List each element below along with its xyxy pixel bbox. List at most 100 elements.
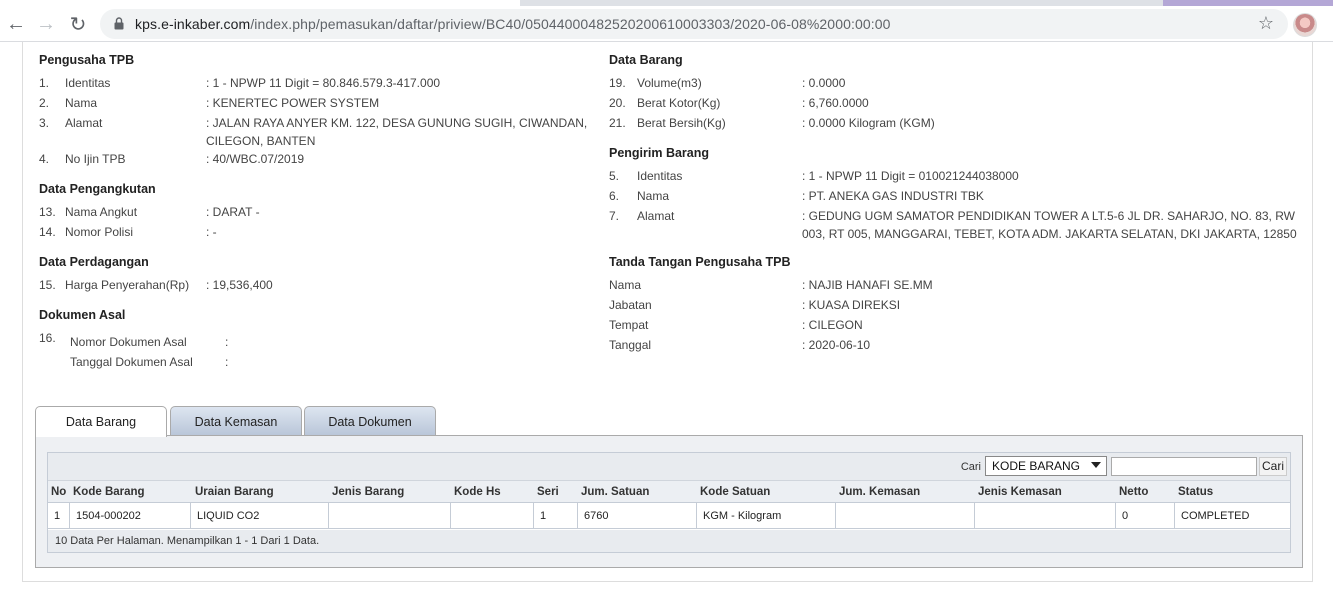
table-cell [836, 503, 975, 529]
row-label: Nama [65, 96, 98, 110]
tab-panel: Cari KODE BARANG Cari No Kode Barang Ura… [35, 435, 1303, 568]
row-label: Berat Bersih(Kg) [637, 116, 726, 130]
row-label: Nama Angkut [65, 205, 138, 219]
table-row[interactable]: 1 1504-000202 LIQUID CO2 1 6760 KGM - Ki… [48, 503, 1290, 529]
table-cell [975, 503, 1116, 529]
row-value: : [225, 335, 229, 349]
table-cell [329, 503, 451, 529]
right-column: Data Barang 19. Volume(m3): 0.0000 20. Ber… [609, 50, 1309, 356]
search-button[interactable]: Cari [1259, 457, 1287, 476]
back-icon[interactable]: ← [2, 10, 30, 38]
forward-icon[interactable]: → [32, 10, 60, 38]
row-value: : 6,760.0000 [802, 96, 869, 110]
tab-data-kemasan[interactable]: Data Kemasan [170, 406, 302, 436]
row-label: Volume(m3) [637, 76, 702, 90]
info-row: 1. Identitas: 1 - NPWP 11 Digit = 80.846.… [39, 74, 599, 94]
row-value: : KUASA DIREKSI [802, 298, 901, 312]
row-value: : GEDUNG UGM SAMATOR PENDIDIKAN TOWER A … [802, 209, 1297, 241]
column-header[interactable]: Jum. Kemasan [839, 486, 920, 498]
row-number: 13. [39, 205, 56, 219]
chevron-down-icon [1091, 462, 1101, 468]
search-label: Cari [960, 461, 981, 473]
info-row: 21. Berat Bersih(Kg): 0.0000 Kilogram (KG… [609, 114, 1309, 134]
row-value: : JALAN RAYA ANYER KM. 122, DESA GUNUNG … [206, 116, 588, 148]
row-label: Nomor Dokumen Asal [70, 335, 187, 349]
row-label: Harga Penyerahan(Rp) [65, 278, 190, 292]
section-title-pengirim: Pengirim Barang [609, 146, 710, 160]
info-row: 14. Nomor Polisi: - [39, 223, 599, 243]
info-row: 4. No Ijin TPB: 40/WBC.07/2019 [39, 150, 599, 170]
browser-toolbar: ← → ↻ kps.e-inkaber.com/index.php/pemasu… [0, 6, 1333, 42]
column-header[interactable]: Kode Hs [454, 486, 501, 498]
profile-avatar[interactable] [1293, 13, 1317, 37]
row-number: 21. [609, 116, 626, 130]
table-cell: 0 [1116, 503, 1175, 529]
address-bar[interactable]: kps.e-inkaber.com/index.php/pemasukan/da… [100, 9, 1288, 39]
row-value: : NAJIB HANAFI SE.MM [802, 278, 933, 292]
row-number: 5. [609, 169, 620, 183]
row-value: : - [206, 225, 217, 239]
row-label: Berat Kotor(Kg) [637, 96, 721, 110]
column-header[interactable]: Jenis Barang [332, 486, 404, 498]
tab-data-dokumen[interactable]: Data Dokumen [304, 406, 436, 436]
row-label: Tempat [609, 318, 649, 332]
column-header[interactable]: Netto [1119, 486, 1148, 498]
bookmark-star-icon[interactable]: ☆ [1258, 13, 1274, 34]
doc-row: Tanggal Dokumen Asal: [39, 353, 599, 373]
reload-icon[interactable]: ↻ [64, 10, 92, 38]
doc-row: 16. Nomor Dokumen Asal: [39, 331, 599, 353]
table-cell: KGM - Kilogram [697, 503, 836, 529]
info-row: Jabatan: KUASA DIREKSI [609, 296, 1309, 316]
row-value: : 2020-06-10 [802, 338, 871, 352]
grid-toolbar: Cari KODE BARANG Cari [48, 453, 1290, 481]
row-label: Alamat [637, 209, 675, 223]
search-input[interactable] [1111, 457, 1257, 476]
lock-icon [114, 17, 124, 30]
table-header: No Kode Barang Uraian Barang Jenis Baran… [48, 481, 1290, 503]
column-header[interactable]: Uraian Barang [195, 486, 274, 498]
row-number: 20. [609, 96, 626, 110]
info-row: Tempat: CILEGON [609, 316, 1309, 336]
table-cell: 1 [48, 503, 70, 529]
row-number: 7. [609, 209, 620, 223]
tab-data-barang[interactable]: Data Barang [35, 406, 167, 437]
section-title-pengangkutan: Data Pengangkutan [39, 182, 156, 196]
info-row: 6. Nama: PT. ANEKA GAS INDUSTRI TBK [609, 187, 1309, 207]
row-number: 4. [39, 152, 50, 166]
info-row: 7. Alamat : GEDUNG UGM SAMATOR PENDIDIKAN … [609, 207, 1309, 243]
search-field-select[interactable]: KODE BARANG [985, 456, 1107, 476]
info-row: Nama : NAJIB HANAFI SE.MM [609, 276, 1309, 296]
section-title-tanda-tangan: Tanda Tangan Pengusaha TPB [609, 255, 791, 269]
column-header[interactable]: Seri [537, 486, 559, 498]
table-cell: 1 [534, 503, 578, 529]
url-text: kps.e-inkaber.com/index.php/pemasukan/da… [135, 16, 891, 32]
row-label: Nama [609, 278, 642, 292]
section-title-dokumen-asal: Dokumen Asal [39, 308, 126, 322]
row-number: 14. [39, 225, 56, 239]
info-row: 3. Alamat: JALAN RAYA ANYER KM. 122, DESA… [39, 114, 599, 150]
section-title-pengusaha: Pengusaha TPB [39, 53, 135, 67]
row-value: : 1 - NPWP 11 Digit = 010021244038000 [802, 169, 1019, 183]
url-path: /index.php/pemasukan/daftar/priview/BC40… [250, 16, 891, 32]
row-label: No Ijin TPB [65, 152, 126, 166]
row-number: 6. [609, 189, 620, 203]
column-header[interactable]: Jum. Satuan [581, 486, 649, 498]
info-row: 19. Volume(m3): 0.0000 [609, 74, 1309, 94]
column-header[interactable]: Kode Satuan [700, 486, 770, 498]
row-number: 16. [39, 331, 56, 345]
row-label: Identitas [65, 76, 111, 90]
row-label: Tanggal [609, 338, 652, 352]
row-value: : PT. ANEKA GAS INDUSTRI TBK [802, 189, 984, 203]
row-label: Identitas [637, 169, 683, 183]
row-label: Alamat [65, 116, 103, 130]
row-value: : 1 - NPWP 11 Digit = 80.846.579.3-417.0… [206, 76, 441, 90]
column-header[interactable]: Status [1178, 486, 1213, 498]
table-cell: 6760 [578, 503, 697, 529]
column-header[interactable]: Kode Barang [73, 486, 145, 498]
row-value: : [225, 355, 229, 369]
data-grid: Cari KODE BARANG Cari No Kode Barang Ura… [47, 452, 1291, 553]
row-number: 2. [39, 96, 50, 110]
column-header[interactable]: Jenis Kemasan [978, 486, 1062, 498]
info-row: 15. Harga Penyerahan(Rp): 19,536,400 [39, 276, 599, 296]
column-header[interactable]: No [51, 486, 66, 498]
